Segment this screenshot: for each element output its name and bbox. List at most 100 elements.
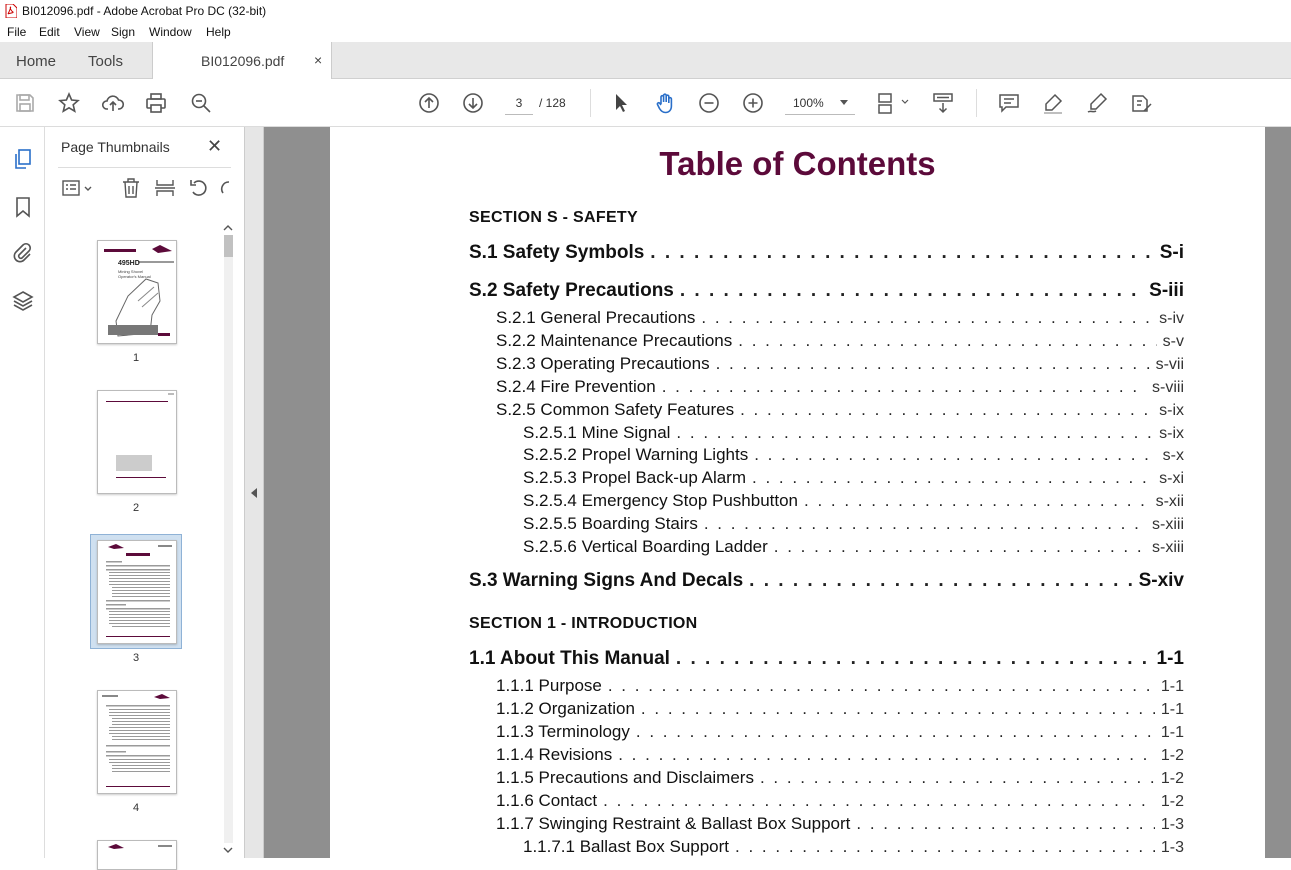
toc-entry[interactable]: 1.1.7.1 Ballast Box Support 1-3 xyxy=(523,837,1184,857)
page-thumbnails-panel: Page Thumbnails ✕ 495HD Mining Shovel Op… xyxy=(45,127,245,870)
toc-leader-dots xyxy=(749,570,1132,592)
toc-entry[interactable]: S.1 Safety Symbols S-i xyxy=(469,242,1184,264)
toc-entry[interactable]: S.2.5.1 Mine Signal s-ix xyxy=(523,423,1184,443)
toolbar-divider xyxy=(976,89,977,117)
rotate-left-icon[interactable] xyxy=(188,177,210,199)
toc-entry[interactable]: S.2.4 Fire Prevention s-viii xyxy=(496,377,1184,397)
tab-home[interactable]: Home xyxy=(16,53,56,70)
thumbnails-scrollbar[interactable] xyxy=(221,221,235,858)
toc-leader-dots xyxy=(740,400,1153,420)
toc-entry[interactable]: S.2.5.5 Boarding Stairs s-xiii xyxy=(523,514,1184,534)
thumbnail-page-1[interactable]: 495HD Mining Shovel Operator's Manual xyxy=(97,240,177,344)
tab-document[interactable]: BI012096.pdf × xyxy=(152,42,332,79)
toc-entry[interactable]: S.2.1 General Precautions s-iv xyxy=(496,308,1184,328)
menu-sign[interactable]: Sign xyxy=(111,25,135,39)
collapse-panel-icon[interactable] xyxy=(251,488,257,498)
toc-entry[interactable]: 1.1.6 Contact 1-2 xyxy=(496,791,1184,811)
delete-icon[interactable] xyxy=(120,177,142,199)
toc-page-image xyxy=(102,694,170,787)
toc-entry[interactable]: S.2.5 Common Safety Features s-ix xyxy=(496,400,1184,420)
tab-tools[interactable]: Tools xyxy=(88,53,123,70)
tab-document-label: BI012096.pdf xyxy=(201,53,285,69)
save-icon[interactable] xyxy=(13,91,37,115)
thumbnail-page-4[interactable] xyxy=(97,690,177,794)
bookmark-icon[interactable] xyxy=(11,195,35,219)
toc-entry[interactable]: S.2 Safety Precautions S-iii xyxy=(469,280,1184,302)
toc-leader-dots xyxy=(774,537,1146,557)
menu-file[interactable]: File xyxy=(7,25,26,39)
toc-entry[interactable]: 1.1.2 Organization 1-1 xyxy=(496,699,1184,719)
document-viewport[interactable]: Table of Contents SECTION S - SAFETY S.1 … xyxy=(264,127,1291,858)
thumbnail-page-5[interactable] xyxy=(97,840,177,870)
page-up-icon[interactable] xyxy=(417,91,441,115)
toc-entry-page: 1-2 xyxy=(1160,793,1184,810)
zoom-in-icon[interactable] xyxy=(741,91,765,115)
toc-entry[interactable]: 1.1.5 Precautions and Disclaimers 1-2 xyxy=(496,768,1184,788)
thumbnail-page-2[interactable] xyxy=(97,390,177,494)
toc-entry[interactable]: 1.1.7 Swinging Restraint & Ballast Box S… xyxy=(496,814,1184,834)
scroll-thumb[interactable] xyxy=(224,235,233,257)
upload-icon[interactable] xyxy=(101,91,125,115)
toc-leader-dots xyxy=(618,745,1155,765)
zoom-dropdown[interactable]: 100% xyxy=(785,91,855,115)
toc-entry[interactable]: 1.1.3 Terminology 1-1 xyxy=(496,722,1184,742)
toc-entry[interactable]: S.2.5.3 Propel Back-up Alarm s-xi xyxy=(523,468,1184,488)
toc-entry-title: 1.1 About This Manual xyxy=(469,648,670,669)
thumbnail-page-3[interactable] xyxy=(97,540,177,644)
toc-leader-dots xyxy=(752,468,1153,488)
scroll-mode-icon[interactable] xyxy=(931,91,955,115)
more-tools-icon[interactable] xyxy=(1129,91,1153,115)
toc-entry-page: s-xiii xyxy=(1152,516,1184,533)
zoom-out-icon[interactable] xyxy=(697,91,721,115)
star-icon[interactable] xyxy=(57,91,81,115)
page-fit-icon[interactable] xyxy=(876,91,912,115)
print-icon[interactable] xyxy=(144,91,168,115)
blank-page-image xyxy=(106,393,174,478)
toc-entry-title: 1.1.7 Swinging Restraint & Ballast Box S… xyxy=(496,814,851,833)
scroll-down-icon[interactable] xyxy=(223,845,233,855)
menu-edit[interactable]: Edit xyxy=(39,25,60,39)
layers-icon[interactable] xyxy=(11,289,35,313)
toc-leader-dots xyxy=(735,837,1155,857)
page-thumbnails-icon[interactable] xyxy=(11,147,35,171)
panel-splitter[interactable] xyxy=(245,127,264,858)
thumbnail-number: 4 xyxy=(132,802,140,814)
rotate-right-icon[interactable] xyxy=(220,177,230,199)
tab-close-icon[interactable]: × xyxy=(314,52,322,68)
close-icon[interactable]: ✕ xyxy=(207,136,222,157)
thumbnail-options-icon[interactable] xyxy=(61,177,93,199)
toc-entry[interactable]: S.3 Warning Signs And Decals S-xiv xyxy=(469,570,1184,592)
scroll-track[interactable] xyxy=(224,235,233,843)
sign-icon[interactable] xyxy=(1085,91,1109,115)
comment-icon[interactable] xyxy=(997,91,1021,115)
thumbnail-number: 1 xyxy=(132,352,140,364)
highlight-icon[interactable] xyxy=(1041,91,1065,115)
toc-entry[interactable]: 1.1 About This Manual 1-1 xyxy=(469,648,1184,670)
toc-entry[interactable]: S.2.5.2 Propel Warning Lights s-x xyxy=(523,445,1184,465)
toc-entry[interactable]: S.2.5.4 Emergency Stop Pushbutton s-xii xyxy=(523,491,1184,511)
scroll-up-icon[interactable] xyxy=(223,223,233,233)
search-zoom-icon[interactable] xyxy=(189,91,213,115)
toc-entry[interactable]: 1.1.1 Purpose 1-1 xyxy=(496,676,1184,696)
page-number-input[interactable] xyxy=(505,91,533,115)
document-scrollbar[interactable] xyxy=(1265,127,1291,858)
page-total-label: / 128 xyxy=(539,96,566,110)
attachment-icon[interactable] xyxy=(11,241,35,265)
toc-entry-title: 1.1.7.1 Ballast Box Support xyxy=(523,837,730,856)
hand-icon[interactable] xyxy=(653,91,677,115)
toc-entry[interactable]: S.2.5.6 Vertical Boarding Ladder s-xiii xyxy=(523,537,1184,557)
toc-entry-page: 1-3 xyxy=(1160,816,1184,833)
page-down-icon[interactable] xyxy=(461,91,485,115)
toc-entry-page: 1-2 xyxy=(1160,770,1184,787)
extract-pages-icon[interactable] xyxy=(154,177,176,199)
toc-entry-title: S.2.5.1 Mine Signal xyxy=(523,423,671,442)
menu-help[interactable]: Help xyxy=(206,25,231,39)
toc-section-heading: SECTION 1 - INTRODUCTION xyxy=(469,615,698,632)
select-arrow-icon[interactable] xyxy=(609,91,633,115)
toc-entry[interactable]: S.2.2 Maintenance Precautions s-v xyxy=(496,331,1184,351)
toc-entry[interactable]: S.2.3 Operating Precautions s-vii xyxy=(496,354,1184,374)
menu-window[interactable]: Window xyxy=(149,25,192,39)
toc-entry[interactable]: 1.1.4 Revisions 1-2 xyxy=(496,745,1184,765)
menu-view[interactable]: View xyxy=(74,25,100,39)
toc-leader-dots xyxy=(603,791,1155,811)
